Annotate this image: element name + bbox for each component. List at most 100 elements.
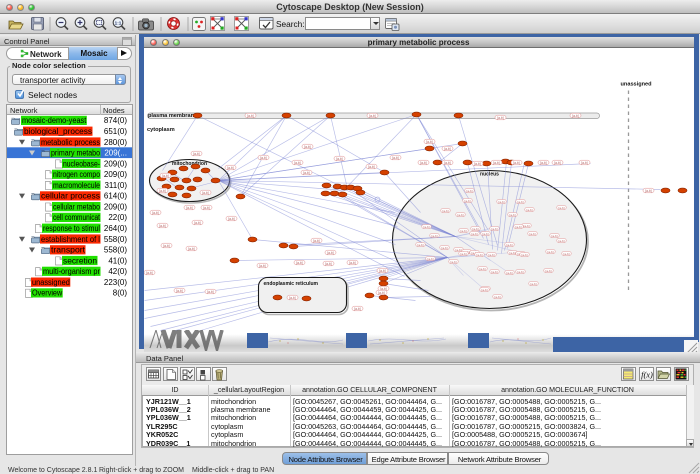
svg-text:[a-b]: [a-b]: [479, 266, 485, 270]
svg-text:223(0): 223(0): [104, 278, 127, 287]
svg-text:558(0): 558(0): [104, 235, 127, 244]
svg-text:[a-b]: [a-b]: [444, 146, 450, 150]
svg-text:[a-b]: [a-b]: [227, 165, 233, 169]
svg-text:[a-b]: [a-b]: [417, 242, 423, 246]
svg-text:endoplasmic reticulum: endoplasmic reticulum: [263, 281, 318, 287]
svg-text:[a-b]: [a-b]: [296, 260, 302, 264]
svg-text:[a-b]: [a-b]: [163, 243, 169, 247]
svg-text:[a-b]: [a-b]: [563, 251, 569, 255]
svg-text:[a-b]: [a-b]: [517, 269, 523, 273]
svg-text:[a-b]: [a-b]: [368, 164, 374, 168]
svg-text:[a-b]: [a-b]: [488, 252, 494, 256]
svg-text:[a-b]: [a-b]: [521, 252, 527, 256]
svg-text:[a-b]: [a-b]: [207, 289, 213, 293]
svg-text:[a-b]: [a-b]: [481, 287, 487, 291]
svg-text:280(0): 280(0): [104, 138, 127, 147]
svg-text:[a-b]: [a-b]: [471, 231, 477, 235]
svg-text:[a-b]: [a-b]: [523, 223, 529, 227]
svg-text:[a-b]: [a-b]: [558, 238, 564, 242]
svg-text:[a-b]: [a-b]: [645, 188, 651, 192]
svg-text:[a-b]: [a-b]: [581, 160, 587, 164]
svg-text:primary metabo: primary metabo: [51, 149, 100, 158]
svg-text:[a-b]: [a-b]: [554, 160, 560, 164]
svg-text:[a-b]: [a-b]: [336, 156, 342, 160]
svg-text:651(0): 651(0): [104, 127, 127, 136]
svg-text:[a-b]: [a-b]: [526, 207, 532, 211]
svg-text:response to stimul: response to stimul: [43, 224, 100, 233]
svg-text:[a-b]: [a-b]: [325, 261, 331, 265]
svg-text:[a-b]: [a-b]: [304, 144, 310, 148]
svg-text:[a-b]: [a-b]: [203, 205, 209, 209]
svg-text:[a-b]: [a-b]: [457, 212, 463, 216]
svg-text:[a-b]: [a-b]: [426, 139, 432, 143]
svg-text:plasma membrane: plasma membrane: [148, 113, 197, 119]
svg-text:Overview: Overview: [32, 289, 62, 298]
svg-text:metabolic process: metabolic process: [41, 138, 100, 147]
svg-text:[a-b]: [a-b]: [444, 160, 450, 164]
svg-text:1:1: 1:1: [115, 20, 122, 25]
svg-text:[a-b]: [a-b]: [466, 188, 472, 192]
svg-text:[a-b]: [a-b]: [259, 263, 265, 267]
svg-text:[a-b]: [a-b]: [313, 238, 319, 242]
svg-text:[a-b]: [a-b]: [294, 160, 300, 164]
svg-text:[a-b]: [a-b]: [540, 160, 546, 164]
svg-text:[a-b]: [a-b]: [460, 228, 466, 232]
svg-text:[a-b]: [a-b]: [476, 252, 482, 256]
svg-text:209(0): 209(0): [104, 159, 127, 168]
svg-text:[a-b]: [a-b]: [260, 155, 266, 159]
svg-text:[a-b]: [a-b]: [545, 268, 551, 272]
svg-text:[a-b]: [a-b]: [162, 173, 168, 177]
svg-text:f(x): f(x): [641, 370, 653, 380]
svg-text:unassigned: unassigned: [32, 278, 70, 287]
svg-text:[a-b]: [a-b]: [188, 246, 194, 250]
svg-text:[a-b]: [a-b]: [303, 170, 309, 174]
svg-text:secretion: secretion: [63, 256, 97, 265]
svg-text:[a-b]: [a-b]: [491, 226, 497, 230]
svg-text:41(0): 41(0): [108, 256, 127, 265]
svg-text:[a-b]: [a-b]: [193, 151, 199, 155]
svg-text:nucleobase-: nucleobase-: [63, 159, 100, 168]
svg-text:nitrogen compo: nitrogen compo: [53, 170, 100, 179]
svg-text:[a-b]: [a-b]: [509, 212, 515, 216]
svg-text:[a-b]: [a-b]: [420, 160, 426, 164]
svg-text:209(0): 209(0): [104, 202, 127, 211]
svg-text:[a-b]: [a-b]: [427, 256, 433, 260]
svg-text:[a-b]: [a-b]: [202, 190, 208, 194]
svg-text:[a-b]: [a-b]: [194, 220, 200, 224]
svg-text:614(0): 614(0): [104, 192, 127, 201]
svg-text:[a-b]: [a-b]: [493, 160, 499, 164]
svg-text:[a-b]: [a-b]: [547, 249, 553, 253]
svg-text:[a-b]: [a-b]: [558, 205, 564, 209]
svg-text:[a-b]: [a-b]: [474, 161, 480, 165]
svg-text:8(0): 8(0): [113, 289, 128, 298]
svg-text:[a-b]: [a-b]: [228, 216, 234, 220]
svg-text:[a-b]: [a-b]: [159, 223, 165, 227]
svg-text:[a-b]: [a-b]: [497, 115, 503, 119]
svg-text:[a-b]: [a-b]: [513, 160, 519, 164]
svg-text:biological_process: biological_process: [24, 127, 92, 136]
svg-text:[a-b]: [a-b]: [441, 245, 447, 249]
svg-text:22(0): 22(0): [108, 213, 127, 222]
svg-text:[a-b]: [a-b]: [572, 113, 578, 117]
svg-text:[a-b]: [a-b]: [176, 288, 182, 292]
svg-text:42(0): 42(0): [108, 267, 127, 276]
svg-text:[a-b]: [a-b]: [551, 233, 557, 237]
svg-text:[a-b]: [a-b]: [431, 233, 437, 237]
svg-text:[a-b]: [a-b]: [378, 290, 384, 294]
svg-text:874(0): 874(0): [104, 116, 127, 125]
svg-text:[a-b]: [a-b]: [498, 199, 504, 203]
svg-text:nucleus: nucleus: [480, 171, 499, 177]
svg-text:[a-b]: [a-b]: [146, 270, 152, 274]
svg-text:[a-b]: [a-b]: [369, 113, 375, 117]
svg-text:264(0): 264(0): [104, 224, 127, 233]
svg-text:mosaic-demo-yeast: mosaic-demo-yeast: [22, 116, 87, 125]
svg-text:cellular process: cellular process: [41, 192, 100, 201]
svg-text:cellular metabo: cellular metabo: [53, 202, 100, 211]
svg-text:cell communicat: cell communicat: [53, 213, 101, 222]
svg-text:[a-b]: [a-b]: [186, 205, 192, 209]
svg-text:[a-b]: [a-b]: [482, 231, 488, 235]
svg-text:[a-b]: [a-b]: [530, 281, 536, 285]
svg-text:[a-b]: [a-b]: [354, 306, 360, 310]
svg-text:[a-b]: [a-b]: [491, 269, 497, 273]
svg-text:[a-b]: [a-b]: [423, 224, 429, 228]
